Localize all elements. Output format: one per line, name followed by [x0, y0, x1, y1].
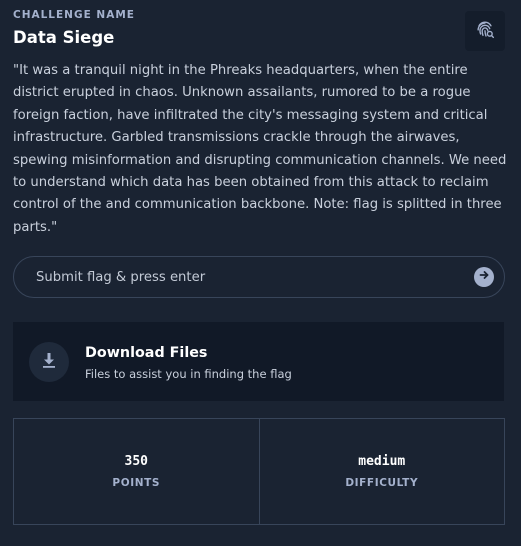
- download-title: Download Files: [85, 345, 208, 361]
- download-icon: [40, 351, 58, 374]
- submit-flag-button[interactable]: [474, 267, 494, 287]
- difficulty-label: DIFFICULTY: [345, 477, 419, 489]
- points-value: 350: [124, 454, 148, 469]
- points-stat: 350 POINTS: [14, 419, 259, 524]
- fingerprint-search-button[interactable]: [465, 11, 505, 51]
- challenge-description: "It was a tranquil night in the Phreaks …: [13, 63, 507, 235]
- fingerprint-search-icon: [474, 18, 496, 45]
- challenge-title: Data Siege: [13, 28, 115, 47]
- arrow-right-circle-icon: [478, 268, 490, 286]
- points-label: POINTS: [112, 477, 161, 489]
- difficulty-value: medium: [358, 454, 406, 469]
- download-files-button[interactable]: Download Files Files to assist you in fi…: [13, 322, 504, 401]
- download-icon-wrapper: [29, 342, 69, 382]
- flag-submit-field: [13, 256, 505, 298]
- challenge-name-label: CHALLENGE NAME: [13, 9, 135, 21]
- flag-input[interactable]: [34, 261, 474, 293]
- download-subtitle: Files to assist you in finding the flag: [85, 367, 292, 381]
- difficulty-stat: medium DIFFICULTY: [258, 419, 505, 524]
- challenge-stats: 350 POINTS medium DIFFICULTY: [13, 418, 505, 525]
